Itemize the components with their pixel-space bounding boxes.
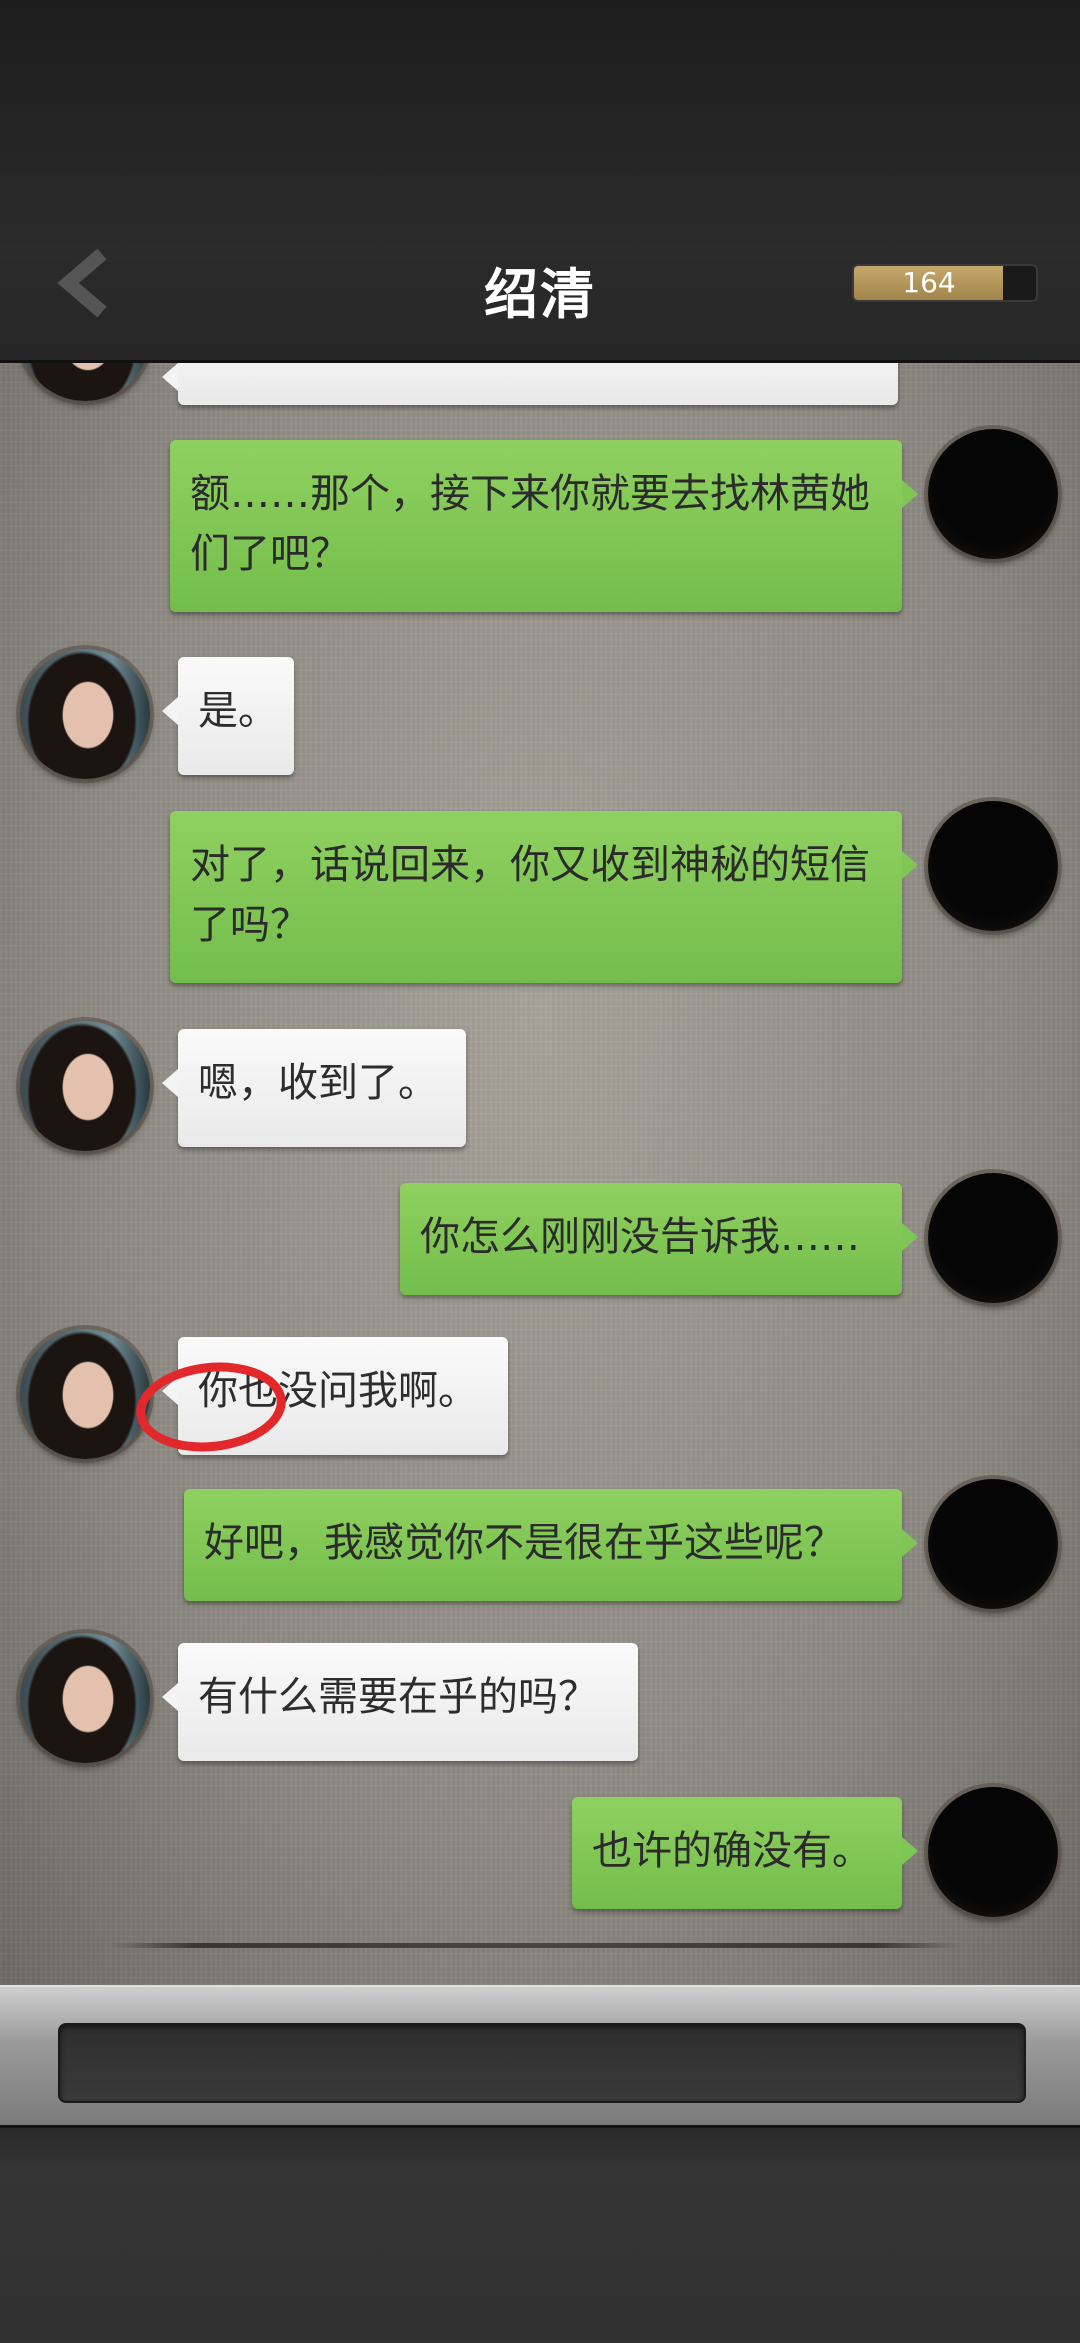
chat-area[interactable]: 额……那个，接下来你就要去找林茜她们了吧？ 是。 对了，话说回来，你又收到神秘的…: [0, 363, 1080, 1985]
bottom-bar: [0, 2125, 1080, 2343]
message-bubble-left: 嗯，收到了。: [162, 1029, 466, 1147]
divider: [110, 1943, 960, 1948]
message-bubble-left: 是。: [162, 657, 294, 775]
user-avatar[interactable]: [928, 1479, 1058, 1609]
message-bubble-right: 对了，话说回来，你又收到神秘的短信了吗？: [170, 811, 918, 983]
energy-meter-value: 164: [902, 266, 956, 299]
user-avatar[interactable]: [928, 1173, 1058, 1303]
top-bar: 绍清 164: [0, 0, 1080, 363]
message-bubble-left: [162, 363, 898, 405]
user-avatar[interactable]: [928, 429, 1058, 559]
message-bubble-right: 好吧，我感觉你不是很在乎这些呢？: [184, 1489, 918, 1601]
contact-avatar[interactable]: [20, 1021, 150, 1151]
input-bar: [0, 1985, 1080, 2127]
message-bubble-right: 额……那个，接下来你就要去找林茜她们了吧？: [170, 440, 918, 612]
user-avatar[interactable]: [928, 1787, 1058, 1917]
energy-meter: 164: [852, 264, 1038, 302]
message-bubble-right: 也许的确没有。: [572, 1797, 918, 1909]
message-bubble-right: 你怎么刚刚没告诉我……: [400, 1183, 918, 1295]
contact-avatar[interactable]: [20, 1329, 150, 1459]
contact-avatar[interactable]: [20, 649, 150, 779]
contact-avatar[interactable]: [20, 1633, 150, 1763]
message-bubble-left: 有什么需要在乎的吗？: [162, 1643, 638, 1761]
contact-avatar[interactable]: [20, 363, 150, 401]
user-avatar[interactable]: [928, 801, 1058, 931]
reply-input-field[interactable]: [58, 2023, 1026, 2103]
